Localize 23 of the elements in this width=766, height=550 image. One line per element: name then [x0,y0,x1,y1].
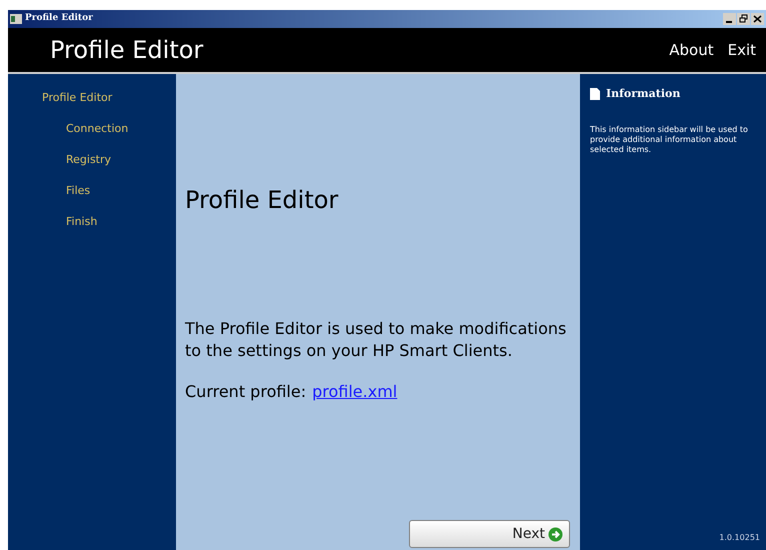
profile-link[interactable]: profile.xml [312,380,398,404]
info-text: This information sidebar will be used to provide additional information about selected items. [590,124,749,154]
nav-item[interactable]: Profile Editor [42,90,176,121]
nav-item[interactable]: Files [42,183,176,214]
app-title: Profile Editor [50,35,204,66]
app-icon [10,14,22,24]
description-text: The Profile Editor is used to make modifications to the settings on your HP Smart Clients. [185,318,568,362]
profile-label: Current profile: [185,381,306,403]
nav-item[interactable]: Connection [42,121,176,152]
header-link[interactable]: About [669,38,714,62]
header-link[interactable]: Exit [728,38,756,62]
restore-icon[interactable] [737,13,750,25]
info-title: Information [606,86,680,102]
window-title: Profile Editor [25,12,93,26]
minimize-icon[interactable] [723,13,736,25]
nav-item[interactable]: Finish [42,214,176,245]
page-heading: Profile Editor [185,185,340,216]
version-text: 1.0.10251 [719,532,760,544]
nav-item[interactable]: Registry [42,152,176,183]
next-button[interactable]: Next [409,520,570,548]
arrow-right-icon [548,526,563,542]
close-icon[interactable] [751,13,764,25]
document-icon [590,88,600,100]
